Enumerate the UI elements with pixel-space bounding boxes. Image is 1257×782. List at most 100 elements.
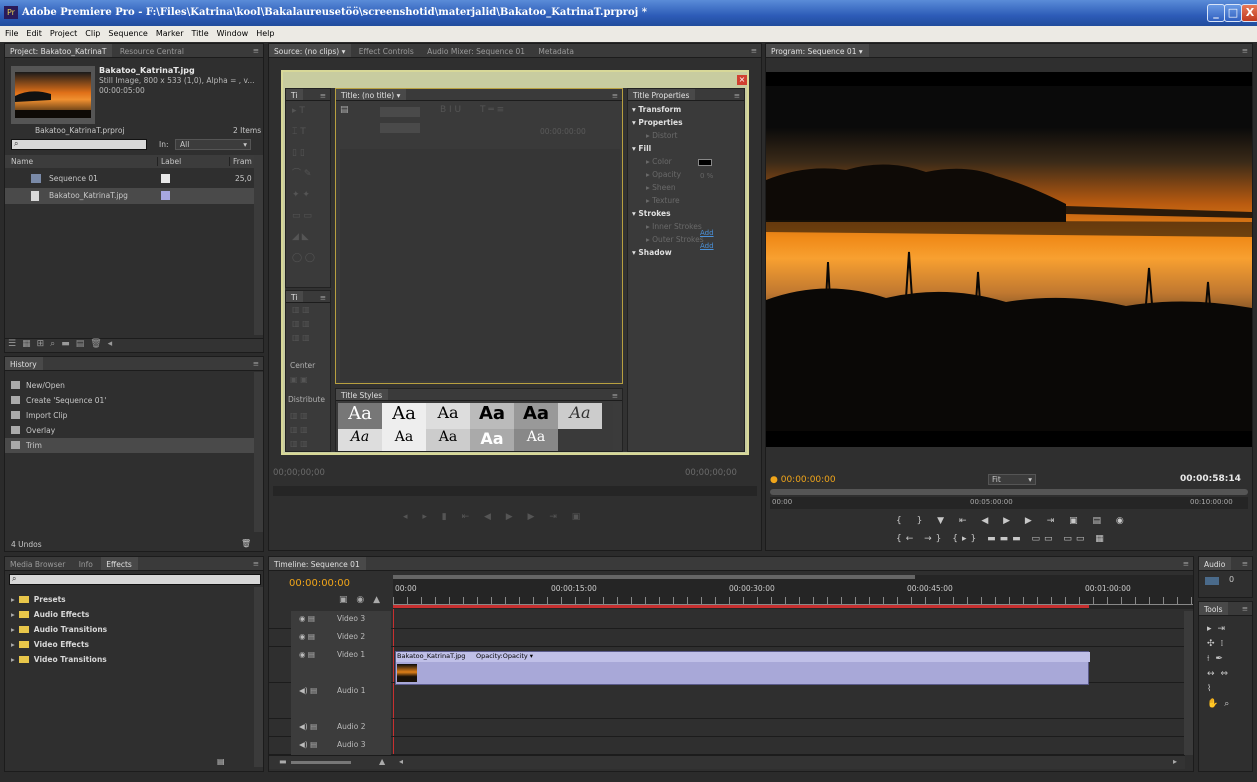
list-view-icon[interactable]: ☰ — [8, 339, 16, 349]
zoom-fit-select[interactable]: Fit ▾ — [988, 474, 1036, 485]
tab-audio-mixer[interactable]: Audio Mixer: Sequence 01 — [422, 44, 531, 57]
scroll-left-icon[interactable]: ◂ — [399, 757, 403, 766]
icon-view-icon[interactable]: ▦ — [22, 339, 31, 349]
menu-marker[interactable]: Marker — [151, 26, 187, 38]
opacity-value[interactable]: 0 % — [700, 172, 713, 180]
timeline-scrollbar[interactable] — [1184, 611, 1193, 755]
timeline-ruler[interactable]: 00:00 00:00:15:00 00:00:30:00 00:00:45:0… — [393, 575, 1193, 609]
track-header[interactable]: ◉ ▤ Video 3 — [291, 611, 391, 629]
track-select-tool-icon[interactable]: ⇥ — [1218, 624, 1232, 634]
center-buttons[interactable]: ▣ ▣ — [290, 375, 308, 384]
history-item[interactable]: Create 'Sequence 01' — [5, 393, 263, 408]
project-search-input[interactable]: ⌕ — [11, 139, 147, 150]
effects-folder-audio-effects[interactable]: ▸ Audio Effects — [5, 607, 255, 622]
tab-history[interactable]: History — [5, 357, 43, 370]
panel-menu-icon[interactable]: ≡ — [1242, 46, 1248, 55]
timeline-timecode[interactable]: 00:00:00:00 — [289, 578, 350, 589]
panel-menu-icon[interactable]: ≡ — [1242, 604, 1248, 613]
text-format-icons[interactable]: B I U — [440, 105, 461, 115]
title-property-row[interactable]: ▸ Opacity — [628, 168, 744, 181]
work-area-bar[interactable] — [393, 605, 1089, 608]
slip-tool-icon[interactable]: ↔ — [1207, 669, 1221, 679]
align-buttons[interactable]: ▥ ▥ ▥ ▥ ▥ ▥ — [286, 303, 330, 345]
menu-sequence[interactable]: Sequence — [103, 26, 150, 38]
title-property-row[interactable]: ▸ Outer Strokes — [628, 233, 744, 246]
project-item-row[interactable]: Bakatoo_KatrinaT.jpg — [5, 188, 255, 204]
minimize-button[interactable]: _ — [1207, 4, 1225, 22]
program-ruler[interactable]: 00:00 00:05:00:00 00:10:00:00 — [770, 497, 1248, 509]
panel-menu-icon[interactable]: ≡ — [1183, 559, 1189, 568]
timeline-zoom-slider[interactable] — [291, 761, 351, 764]
eye-icon[interactable]: ◉ ▤ — [299, 632, 315, 641]
tab-tools[interactable]: Tools — [1199, 602, 1229, 615]
source-transport-controls[interactable]: ◂ ▸ ▮ ⇤ ◀ ▶ ▶ ⇥ ▣ — [403, 512, 603, 546]
menu-title[interactable]: Title — [187, 26, 212, 38]
pen-tool-icon[interactable]: ✒ — [1215, 654, 1229, 664]
title-style-swatch[interactable]: Aa — [338, 403, 382, 429]
new-bin-icon[interactable]: ▬ — [61, 339, 70, 349]
track-header[interactable]: ◀) ▤ Audio 1 — [291, 683, 391, 719]
timeline-track[interactable]: ◀) ▤ Audio 2 — [269, 719, 1185, 737]
font-family-select[interactable] — [380, 107, 420, 117]
menu-help[interactable]: Help — [251, 26, 277, 38]
history-item[interactable]: Overlay — [5, 423, 263, 438]
slide-tool-icon[interactable]: ⇔ — [1221, 669, 1235, 679]
program-transport-controls[interactable]: { } ▼ ⇤ ◀ ▶ ▶ ⇥ ▣ ▤ ◉ — [896, 516, 1130, 526]
new-item-icon[interactable]: ▤ — [76, 339, 85, 349]
clip-effect-label[interactable]: Opacity:Opacity ▾ — [476, 652, 533, 660]
title-style-swatch[interactable]: Aa — [470, 403, 514, 429]
text-align-icons[interactable]: T ═ ≡ — [480, 105, 504, 115]
in-filter-select[interactable]: All ▾ — [175, 139, 251, 150]
scroll-left-icon[interactable]: ◂ — [108, 339, 113, 349]
title-style-swatch[interactable]: Aa — [514, 429, 558, 451]
effects-search-input[interactable]: ⌕ — [9, 574, 261, 585]
tab-audio[interactable]: Audio — [1199, 557, 1232, 570]
program-video-viewport[interactable] — [766, 72, 1252, 447]
eye-icon[interactable]: ◉ ▤ — [299, 614, 315, 623]
timeline-track[interactable]: ◀) ▤ Audio 1 — [269, 683, 1185, 719]
title-property-row[interactable]: ▾ Strokes — [628, 207, 744, 220]
title-property-row[interactable]: ▸ Sheen — [628, 181, 744, 194]
speaker-icon[interactable]: ◀) ▤ — [299, 740, 317, 749]
tab-title-actions[interactable]: Ti — [286, 291, 304, 302]
title-styles-scrollbar[interactable] — [613, 403, 622, 451]
title-style-swatch[interactable]: Aa — [470, 429, 514, 451]
tab-metadata[interactable]: Metadata — [533, 44, 580, 57]
program-zoom-bar[interactable] — [770, 489, 1248, 495]
hand-tool-icon[interactable]: ✋ — [1207, 699, 1224, 709]
effects-folder-video-effects[interactable]: ▸ Video Effects — [5, 637, 255, 652]
scroll-right-icon[interactable]: ▸ — [1173, 757, 1177, 766]
timeline-zoom-bar[interactable] — [393, 575, 915, 579]
timeline-clip[interactable]: Bakatoo_KatrinaT.jpg Opacity:Opacity ▾ — [395, 651, 1090, 685]
new-bin-icon[interactable]: ▤ — [217, 757, 225, 766]
new-title-icon[interactable]: ▤ — [340, 105, 349, 115]
panel-menu-icon[interactable]: ≡ — [734, 91, 740, 100]
panel-menu-icon[interactable]: ≡ — [320, 91, 326, 100]
timeline-track[interactable]: ◀) ▤ Audio 3 — [269, 737, 1185, 755]
title-canvas[interactable] — [340, 149, 620, 381]
maximize-button[interactable]: □ — [1224, 4, 1242, 22]
inner-stroke-add-link[interactable]: Add — [700, 229, 714, 237]
menu-window[interactable]: Window — [212, 26, 252, 38]
timeline-tool-icons[interactable]: ▣ ◉ ▲ — [339, 595, 383, 605]
track-header[interactable]: ◀) ▤ Audio 2 — [291, 719, 391, 737]
tab-media-browser[interactable]: Media Browser — [5, 557, 71, 570]
source-scrubber[interactable] — [273, 486, 757, 496]
eye-icon[interactable]: ◉ ▤ — [299, 650, 315, 659]
timeline-track[interactable]: ◉ ▤ Video 2 — [269, 629, 1185, 647]
effects-folder-video-transitions[interactable]: ▸ Video Transitions — [5, 652, 255, 667]
pen-tool-icon[interactable]: ⌇ — [1207, 684, 1217, 694]
program-jog-controls[interactable]: {← →} {▸} ▬▬▬ ▭▭ ▭▭ ▦ — [896, 534, 1108, 544]
history-item-selected[interactable]: Trim — [5, 438, 263, 453]
trash-icon[interactable]: 🗑 — [90, 339, 101, 349]
panel-menu-icon[interactable]: ≡ — [320, 293, 326, 302]
menu-edit[interactable]: Edit — [21, 26, 45, 38]
track-header[interactable]: ◀) ▤ Audio 3 — [291, 737, 391, 755]
tab-info[interactable]: Info — [74, 557, 99, 570]
title-style-swatch[interactable]: Aa — [382, 429, 426, 451]
speaker-icon[interactable]: ◀) ▤ — [299, 686, 317, 695]
title-style-swatch[interactable]: Aa — [426, 403, 470, 429]
panel-menu-icon[interactable]: ≡ — [253, 46, 259, 55]
title-property-row[interactable]: ▾ Fill — [628, 142, 744, 155]
tab-source[interactable]: Source: (no clips) ▾ — [269, 44, 352, 57]
